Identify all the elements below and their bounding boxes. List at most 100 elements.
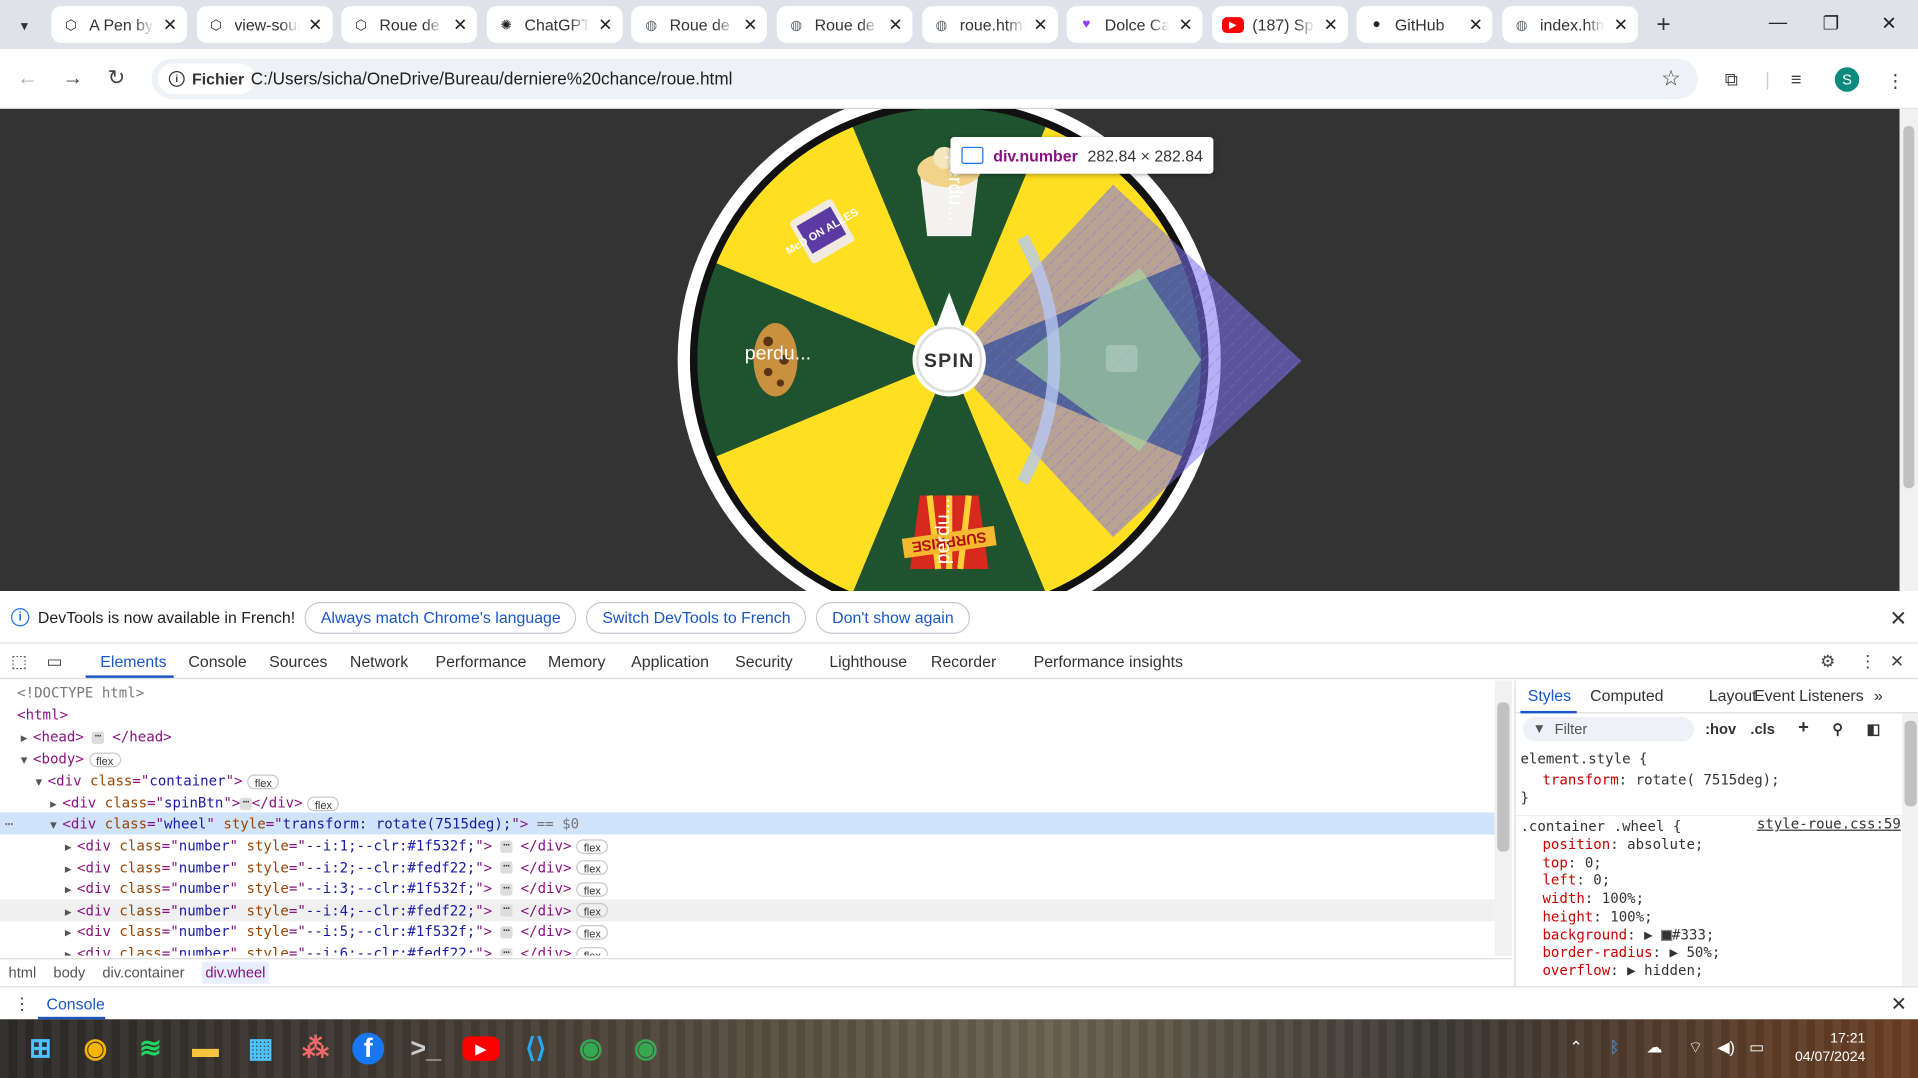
bookmark-star-icon[interactable]: ☆ xyxy=(1661,66,1681,92)
browser-tab[interactable]: ▶ (187) Sp ✕ xyxy=(1211,6,1348,43)
new-tab-button[interactable]: + xyxy=(1649,10,1678,39)
stylesheet-link[interactable]: style-roue.css:59 xyxy=(1757,815,1901,832)
page-scrollbar[interactable] xyxy=(1899,108,1918,591)
tab-close-icon[interactable]: ✕ xyxy=(1324,14,1338,35)
tab-close-icon[interactable]: ✕ xyxy=(1614,14,1628,35)
devtools-tab-elements[interactable]: Elements xyxy=(100,652,166,670)
devtools-tab-performance-insights[interactable]: Performance insights xyxy=(1034,652,1183,670)
hov-toggle[interactable]: :hov xyxy=(1705,721,1736,738)
close-window-button[interactable]: ✕ xyxy=(1881,12,1896,34)
switch-to-french-button[interactable]: Switch DevTools to French xyxy=(586,601,807,634)
elements-tree[interactable]: <!DOCTYPE html> <html> ▶ <head> ⋯ </head>… xyxy=(0,680,1495,956)
css-property-left[interactable]: left: 0; xyxy=(1516,872,1903,890)
devtools-tab-lighthouse[interactable]: Lighthouse xyxy=(829,652,907,670)
browser-tab[interactable]: ◍ Roue de ✕ xyxy=(631,6,768,43)
back-arrow-icon[interactable]: ← xyxy=(17,66,38,90)
page-scroll-thumb[interactable] xyxy=(1903,126,1915,489)
tab-search-chevron-icon[interactable]: ▾ xyxy=(10,12,39,39)
styles-scrollbar[interactable] xyxy=(1902,713,1918,987)
drawer-menu-icon[interactable]: ⋮ xyxy=(13,994,30,1015)
more-tabs-icon[interactable]: » xyxy=(1874,686,1883,704)
dont-show-again-button[interactable]: Don't show again xyxy=(816,601,970,634)
close-infobar-icon[interactable]: ✕ xyxy=(1890,607,1907,631)
styles-tab-styles[interactable]: Styles xyxy=(1528,686,1571,704)
element-style-selector[interactable]: element.style { xyxy=(1516,750,1903,768)
cls-toggle[interactable]: .cls xyxy=(1750,721,1774,738)
css-property-position[interactable]: position: absolute; xyxy=(1516,836,1903,854)
tab-close-icon[interactable]: ✕ xyxy=(1469,14,1483,35)
tab-close-icon[interactable]: ✕ xyxy=(743,14,757,35)
styles-tab-layout[interactable]: Layout xyxy=(1709,686,1757,704)
browser-tab[interactable]: ✺ ChatGPT ✕ xyxy=(486,6,623,43)
dom-container[interactable]: ▼ <div class="container"> flex xyxy=(0,770,1495,792)
sidebar-toggle-icon[interactable]: ◧ xyxy=(1867,721,1881,738)
css-property-width[interactable]: width: 100%; xyxy=(1516,890,1903,908)
spotify-icon[interactable]: ≋ xyxy=(132,1030,169,1067)
dom-spinbtn[interactable]: ▶ <div class="spinBtn"> ⋯ </div> flex xyxy=(0,792,1495,814)
dom-number-row[interactable]: ▶ <div class="number" style="--i:4;--clr:… xyxy=(0,899,1495,922)
browser-tab[interactable]: ♥ Dolce Ca ✕ xyxy=(1066,6,1203,43)
dom-number-row[interactable]: ▶ <div class="number" style="--i:3;--clr:… xyxy=(0,878,1495,900)
profile-avatar[interactable]: S xyxy=(1834,67,1860,92)
device-toolbar-icon[interactable]: ▭ xyxy=(46,651,62,672)
chrome-profile-d-icon[interactable]: ◉ xyxy=(628,1030,665,1067)
settings-gear-icon[interactable]: ⚙ xyxy=(1820,651,1835,672)
css-property-background[interactable]: background: ▶ #333; xyxy=(1516,926,1903,944)
file-explorer-icon[interactable]: ▬ xyxy=(187,1030,224,1067)
tab-close-icon[interactable]: ✕ xyxy=(453,14,467,35)
browser-tab[interactable]: ⬡ view-source ✕ xyxy=(196,6,333,43)
dom-number-row[interactable]: ▶ <div class="number" style="--i:1;--clr:… xyxy=(0,834,1495,856)
dom-body[interactable]: ▼ <body> flex xyxy=(0,748,1495,770)
devtools-tab-network[interactable]: Network xyxy=(350,652,408,670)
store-icon[interactable]: ▦ xyxy=(242,1030,279,1067)
styles-scroll-thumb[interactable] xyxy=(1904,720,1917,807)
tab-close-icon[interactable]: ✕ xyxy=(598,14,612,35)
tab-close-icon[interactable]: ✕ xyxy=(1033,14,1047,35)
inspect-element-icon[interactable]: ⬚ xyxy=(11,651,27,672)
terminal-icon[interactable]: >_ xyxy=(407,1030,444,1067)
asana-icon[interactable]: ⁂ xyxy=(297,1030,334,1067)
windows-start-icon[interactable]: ⊞ xyxy=(22,1030,59,1067)
forward-arrow-icon[interactable]: → xyxy=(62,66,83,90)
css-property-height[interactable]: height: 100%; xyxy=(1516,908,1903,926)
dom-html[interactable]: <html> xyxy=(0,704,1495,726)
styles-filter-input[interactable]: ▼ Filter xyxy=(1522,717,1695,742)
dom-doctype[interactable]: <!DOCTYPE html> xyxy=(0,682,1495,704)
browser-tab[interactable]: ⬡ A Pen by ✕ xyxy=(51,6,188,43)
elements-scrollbar[interactable] xyxy=(1494,680,1512,956)
browser-tab[interactable]: ⬡ Roue de ✕ xyxy=(341,6,478,43)
tray-overflow-icon[interactable]: ⌃ xyxy=(1569,1038,1582,1058)
minimize-button[interactable]: — xyxy=(1769,12,1787,33)
devtools-tab-performance[interactable]: Performance xyxy=(435,652,526,670)
chrome-icon[interactable]: ◉ xyxy=(77,1030,114,1067)
element-style-transform[interactable]: transform: rotate( 7515deg); xyxy=(1516,771,1903,789)
devtools-tab-sources[interactable]: Sources xyxy=(269,652,327,670)
devtools-tab-security[interactable]: Security xyxy=(735,652,792,670)
spin-label[interactable]: SPIN xyxy=(924,350,975,372)
battery-icon[interactable]: ▭ xyxy=(1749,1038,1764,1058)
dom-number-row[interactable]: ▶ <div class="number" style="--i:6;--clr:… xyxy=(0,942,1495,956)
close-devtools-icon[interactable]: ✕ xyxy=(1890,651,1904,672)
dom-head[interactable]: ▶ <head> ⋯ </head> xyxy=(0,726,1495,748)
devtools-tab-console[interactable]: Console xyxy=(188,652,246,670)
browser-tab[interactable]: ◍ roue.html ✕ xyxy=(921,6,1058,43)
paint-brush-icon[interactable]: ⚲ xyxy=(1832,721,1843,738)
css-property-border-radius[interactable]: border-radius: ▶ 50%; xyxy=(1516,944,1903,962)
styles-tab-event-listeners[interactable]: Event Listeners xyxy=(1754,686,1864,704)
media-control-icon[interactable]: ≡ xyxy=(1791,70,1802,91)
elements-scroll-thumb[interactable] xyxy=(1497,702,1510,852)
new-rule-icon[interactable]: + xyxy=(1798,717,1809,738)
devtools-menu-icon[interactable]: ⋮ xyxy=(1859,651,1876,672)
tab-close-icon[interactable]: ✕ xyxy=(1178,14,1192,35)
taskbar-clock[interactable]: 17:21 04/07/2024 xyxy=(1780,1030,1865,1067)
bluetooth-icon[interactable]: ᛒ xyxy=(1610,1038,1620,1056)
devtools-tab-memory[interactable]: Memory xyxy=(548,652,605,670)
browser-tab[interactable]: ● GitHub ✕ xyxy=(1357,6,1493,43)
vscode-icon[interactable]: ⟨⟩ xyxy=(517,1030,554,1067)
address-bar[interactable]: i Fichier C:/Users/sicha/OneDrive/Bureau… xyxy=(151,58,1698,100)
tab-close-icon[interactable]: ✕ xyxy=(308,14,322,35)
console-drawer-tab[interactable]: Console xyxy=(46,995,104,1013)
reload-icon[interactable]: ↻ xyxy=(108,66,125,90)
browser-tab[interactable]: ◍ Roue de ✕ xyxy=(776,6,913,43)
onedrive-icon[interactable]: ☁ xyxy=(1646,1038,1662,1058)
